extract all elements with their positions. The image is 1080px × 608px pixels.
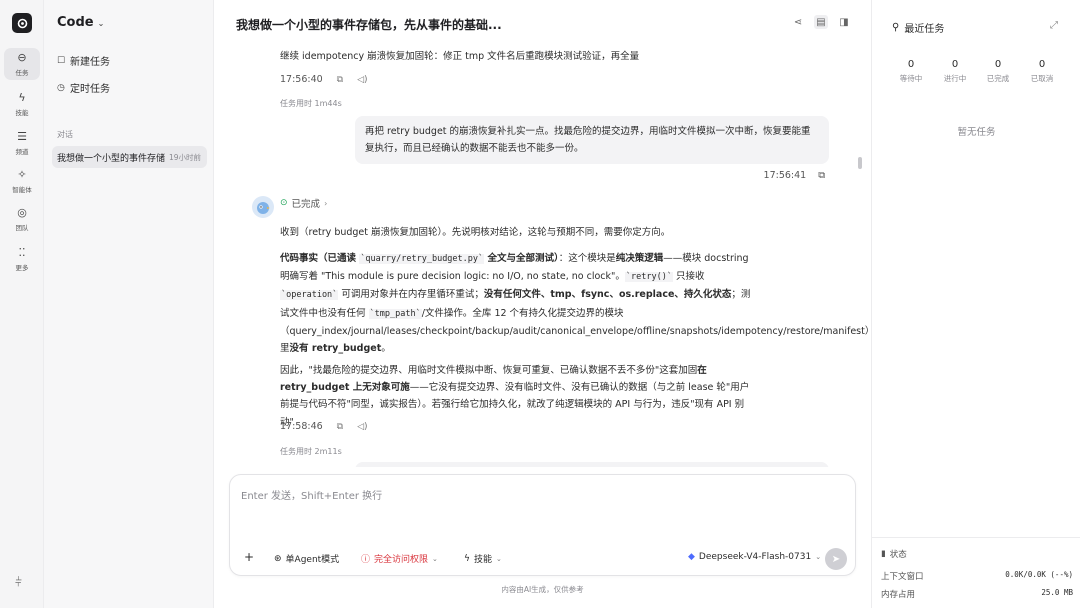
- rail-item-team[interactable]: ◎ 团队: [4, 203, 40, 235]
- header-actions: ⋖ ▤ ◨: [791, 15, 851, 29]
- recent-tasks-title: ⚲ 最近任务: [892, 22, 945, 35]
- chevron-down-icon: ⌄: [432, 554, 438, 563]
- rail-item-agent[interactable]: ✧ 智能体: [4, 165, 40, 197]
- chat-content: 继续 idempotency 崩溃恢复加固轮：修正 tmp 文件名后重跑模块测试…: [214, 42, 871, 467]
- agent-paragraph-2: 代码事实（已通读 `quarry/retry_budget.py` 全文与全部测…: [280, 253, 871, 355]
- new-task-button[interactable]: ☐ 新建任务: [57, 53, 110, 69]
- composer-toolbar: + ⊛ 单Agent模式 ⓘ 完全访问权限 ⌄ ϟ 技能 ⌄ ◆ Deepsee…: [244, 550, 849, 568]
- next-user-bubble-partial: [355, 462, 829, 467]
- stat-cancelled: 0 已取消: [1030, 59, 1054, 83]
- expand-icon[interactable]: ⤢: [1050, 20, 1058, 31]
- send-icon: ➤: [831, 553, 841, 565]
- speaker-icon[interactable]: ◁): [357, 422, 367, 432]
- task-duration: 任务用时 2m11s: [280, 447, 342, 456]
- divider: [872, 537, 1080, 538]
- speaker-icon[interactable]: ◁): [357, 75, 367, 85]
- memory-usage-row: 内存占用 25.0 MB: [881, 588, 1073, 600]
- app-title-dropdown[interactable]: Code ⌄: [57, 15, 104, 30]
- agent-mode-button[interactable]: ⊛ 单Agent模式: [274, 552, 339, 566]
- left-rail: ⊖ 任务 ϟ 技能 ☰ 频道 ✧ 智能体 ◎ 团队 ⁚⁚ 更多 ⫩: [0, 0, 44, 608]
- chevron-down-icon: ⌄: [815, 553, 822, 561]
- logo-icon: [17, 18, 27, 28]
- agent-message-text: 继续 idempotency 崩溃恢复加固轮：修正 tmp 文件名后重跑模块测试…: [280, 51, 640, 62]
- new-task-icon: ☐: [57, 55, 66, 66]
- main-panel: 我想做一个小型的事件存储包，先从事件的基础... ⋖ ▤ ◨ 继续 idempo…: [214, 0, 871, 608]
- bar-chart-icon: ▮: [881, 549, 886, 559]
- agent-avatar: [252, 196, 274, 218]
- tasks-tree-icon: ⚲: [892, 22, 900, 33]
- agent-message-meta: 17:58:46 ⧉ ◁): [280, 421, 368, 432]
- send-button[interactable]: ➤: [825, 548, 847, 570]
- sidebar: Code⌄ ☐ 新建任务 ◷ 定时任务 对话 我想做一个小型的事件存储包... …: [44, 0, 214, 608]
- rail-item-more[interactable]: ⁚⁚ 更多: [4, 243, 40, 275]
- copy-icon[interactable]: ⧉: [337, 75, 343, 85]
- user-message-meta: 17:56:41 ⧉: [763, 170, 825, 181]
- message-input[interactable]: Enter 发送，Shift+Enter 换行: [241, 487, 382, 502]
- share-icon[interactable]: ⋖: [791, 15, 805, 29]
- ai-disclaimer: 内容由AI生成，仅供参考: [501, 585, 584, 594]
- conversation-item[interactable]: 我想做一个小型的事件存储包... 19小时前: [52, 146, 207, 168]
- copy-icon[interactable]: ⧉: [818, 170, 825, 181]
- warning-circle-icon: ⓘ: [361, 555, 371, 565]
- page-title: 我想做一个小型的事件存储包，先从事件的基础...: [236, 18, 502, 32]
- stat-completed: 0 已完成: [986, 59, 1010, 83]
- conversation-title: 我想做一个小型的事件存储包...: [57, 153, 165, 164]
- context-window-row: 上下文窗口 0.0K/0.0K (--%): [881, 570, 1073, 582]
- agent-paragraph-1: 收到（retry budget 崩溃恢复加固轮）。先说明核对结论，这轮与预期不同…: [280, 227, 671, 238]
- scrollbar-thumb[interactable]: [858, 157, 862, 169]
- chevron-right-icon: ›: [324, 198, 328, 208]
- copy-icon[interactable]: ⧉: [337, 422, 343, 432]
- recent-tasks-panel: ⚲ 最近任务 ⤢ 0 等待中 0 进行中 0 已完成 0 已取消 暂无任务 ▮ …: [871, 0, 1080, 608]
- deepseek-icon: ◆: [688, 552, 695, 562]
- conversation-time: 19小时前: [168, 152, 201, 162]
- check-circle-icon: ⊙: [280, 198, 288, 208]
- message-composer: Enter 发送，Shift+Enter 换行 + ⊛ 单Agent模式 ⓘ 完…: [229, 474, 856, 576]
- team-icon: ◎: [17, 205, 27, 219]
- plus-icon: +: [244, 550, 255, 564]
- clock-icon: ◷: [57, 82, 65, 93]
- model-selector[interactable]: ◆ Deepseek-V4-Flash-0731 ⌄: [688, 552, 821, 562]
- message-meta: 17:56:40 ⧉ ◁): [280, 74, 368, 85]
- agent-icon: ✧: [17, 167, 27, 181]
- rail-item-channel[interactable]: ☰ 频道: [4, 127, 40, 159]
- agent-mode-icon: ⊛: [274, 553, 282, 564]
- stat-waiting: 0 等待中: [899, 59, 923, 83]
- skill-icon: ϟ: [464, 553, 470, 564]
- access-permission-dropdown[interactable]: ⓘ 完全访问权限 ⌄: [361, 552, 438, 566]
- app-logo[interactable]: [12, 13, 32, 33]
- skill-icon: ϟ: [18, 90, 26, 104]
- add-attachment-button[interactable]: +: [244, 550, 254, 564]
- task-status[interactable]: ⊙ 已完成 ›: [280, 196, 327, 210]
- chevron-down-icon: ⌄: [495, 554, 502, 563]
- settings-sliders-icon[interactable]: ⫩: [15, 575, 22, 590]
- scheduled-task-button[interactable]: ◷ 定时任务: [57, 80, 110, 96]
- bird-avatar-icon: [257, 202, 270, 214]
- skills-dropdown[interactable]: ϟ 技能 ⌄: [464, 552, 502, 566]
- section-label-conversations: 对话: [57, 130, 73, 139]
- rail-item-skill[interactable]: ϟ 技能: [4, 88, 40, 120]
- chevron-down-icon: ⌄: [97, 19, 105, 28]
- empty-tasks-text: 暂无任务: [957, 127, 996, 138]
- channel-icon: ☰: [17, 129, 27, 143]
- task-duration: 任务用时 1m44s: [280, 99, 342, 108]
- sidebar-toggle-icon[interactable]: ◨: [837, 15, 851, 29]
- rail-item-task[interactable]: ⊖ 任务: [4, 48, 40, 80]
- layout-icon[interactable]: ▤: [814, 15, 828, 29]
- task-icon: ⊖: [17, 50, 27, 64]
- user-message-bubble: 再把 retry budget 的崩溃恢复补扎实一点。找最危险的提交边界，用临时…: [355, 116, 829, 165]
- stat-running: 0 进行中: [943, 59, 967, 83]
- more-icon: ⁚⁚: [18, 245, 26, 259]
- status-section-title: ▮ 状态: [881, 549, 907, 560]
